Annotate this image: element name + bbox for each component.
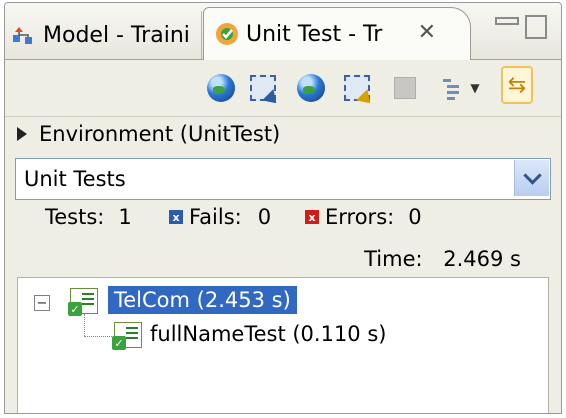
tab-strip: Model - Traini Unit Test - Tr ✕: [5, 3, 561, 60]
error-icon: x: [305, 210, 319, 224]
collapse-icon[interactable]: −: [34, 295, 50, 311]
select-edit-icon[interactable]: [341, 72, 376, 109]
fail-icon: x: [169, 210, 183, 224]
tab-unit-test[interactable]: Unit Test - Tr ✕: [203, 7, 471, 60]
time-label: Time:: [364, 247, 423, 271]
tree-connector: [84, 314, 85, 336]
fails-label: Fails:: [189, 205, 242, 229]
errors-label: Errors:: [325, 205, 395, 229]
chevron-down-icon: [522, 165, 542, 185]
run-globe-icon[interactable]: [205, 72, 237, 104]
close-icon[interactable]: ✕: [418, 20, 436, 45]
tree-node-telcom[interactable]: TelCom (2.453 s): [108, 286, 297, 314]
tests-label: Tests:: [45, 205, 105, 229]
toolbar: ▼ ⇆: [5, 60, 561, 117]
errors-value: 0: [408, 205, 422, 229]
tab-model-label: Model - Traini: [43, 22, 190, 48]
suite-combo[interactable]: Unit Tests: [15, 158, 551, 200]
fails-value: 0: [257, 205, 272, 229]
unit-test-view: Model - Traini Unit Test - Tr ✕ ▼ ⇆ Envi…: [4, 2, 562, 414]
select-icon[interactable]: [247, 72, 282, 109]
fails-stat: x Fails: 0: [169, 205, 271, 229]
model-icon: [13, 27, 32, 44]
run-selected-globe-icon[interactable]: [295, 72, 327, 104]
tab-model[interactable]: Model - Traini: [11, 11, 202, 59]
unit-test-icon: [216, 23, 238, 45]
maximize-icon[interactable]: [525, 15, 547, 39]
tab-unit-test-label: Unit Test - Tr: [246, 21, 383, 47]
errors-stat: x Errors: 0: [305, 205, 422, 229]
dropdown-icon[interactable]: ▼: [465, 72, 485, 104]
time-value: 2.469 s: [443, 247, 521, 271]
environment-section[interactable]: Environment (UnitTest): [17, 122, 280, 146]
combo-dropdown-button[interactable]: [514, 160, 549, 196]
time-stat: Time: 2.469 s: [364, 247, 521, 271]
stats-row: Tests: 1 x Fails: 0 x Errors: 0: [5, 205, 561, 235]
tree-connector: [84, 336, 112, 337]
suite-combo-value: Unit Tests: [24, 167, 126, 191]
tests-value: 1: [118, 205, 132, 229]
tree-view-icon[interactable]: [435, 72, 467, 104]
stop-icon[interactable]: [389, 72, 421, 104]
expand-triangle-icon[interactable]: [17, 127, 27, 141]
test-suite-pass-icon: ✓: [68, 288, 98, 316]
test-case-pass-icon: ✓: [112, 322, 142, 350]
sync-icon[interactable]: ⇆: [501, 66, 533, 104]
test-tree[interactable]: − ✓ TelCom (2.453 s) ✓ fullNameTest (0.1…: [17, 277, 549, 413]
tests-stat: Tests: 1: [45, 205, 132, 229]
environment-label: Environment (UnitTest): [39, 122, 281, 146]
tree-node-fullnametest[interactable]: fullNameTest (0.110 s): [150, 322, 386, 346]
minimize-icon[interactable]: [495, 17, 519, 25]
